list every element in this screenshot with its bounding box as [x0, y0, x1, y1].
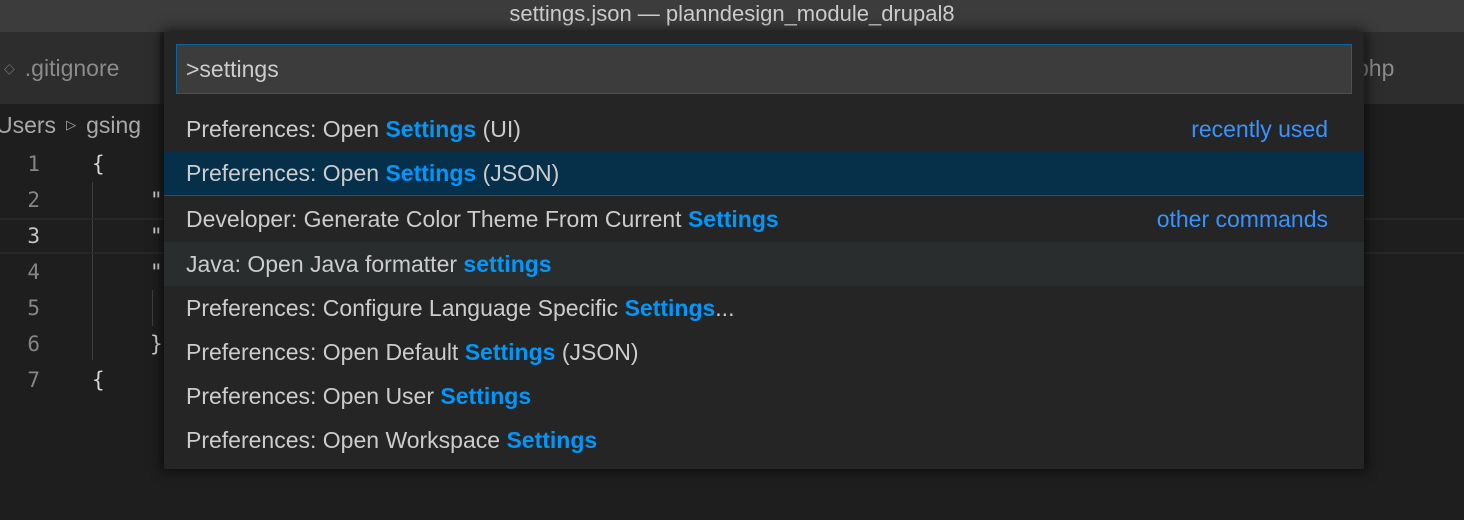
command-item[interactable]: Preferences: Open Settings (UI) recently…	[164, 107, 1364, 151]
command-label-match: Settings	[687, 206, 779, 232]
breadcrumb-item-gsing[interactable]: gsing	[86, 112, 141, 139]
command-item-hovered[interactable]: Java: Open Java formatter settings	[164, 242, 1364, 286]
command-label-prefix: Preferences: Configure Language Specific	[186, 295, 625, 321]
command-label-suffix: ...	[715, 295, 735, 321]
command-label-match: Settings	[506, 427, 598, 453]
tab-php[interactable]: php	[1352, 32, 1464, 104]
command-item[interactable]: Preferences: Configure Language Specific…	[164, 286, 1364, 330]
line-code: "	[150, 260, 163, 284]
chevron-right-icon: ▷	[66, 117, 77, 132]
line-code: }	[150, 332, 163, 356]
command-label-prefix: Preferences: Open User	[186, 383, 441, 409]
command-label-prefix: Java: Open Java formatter	[186, 251, 464, 277]
command-item-focused[interactable]: Preferences: Open Settings (JSON)	[164, 151, 1364, 195]
window-title: settings.json — planndesign_module_drupa…	[0, 0, 1464, 32]
command-label-suffix: (JSON)	[555, 339, 639, 365]
line-number: 7	[27, 368, 40, 392]
line-number: 6	[27, 332, 40, 356]
line-number: 1	[27, 152, 40, 176]
line-number: 4	[27, 260, 40, 284]
line-number: 5	[27, 296, 40, 320]
line-code: {	[92, 152, 105, 176]
command-item[interactable]: Preferences: Open Workspace Settings	[164, 418, 1364, 462]
editor-window: settings.json — planndesign_module_drupa…	[0, 0, 1464, 520]
breadcrumb-item-users[interactable]: Users	[0, 112, 56, 139]
tab-gitignore[interactable]: ◇ .gitignore	[0, 32, 161, 104]
line-code: "	[150, 188, 163, 212]
command-label-match: Settings	[464, 339, 556, 365]
command-label-suffix: (UI)	[476, 116, 521, 142]
command-label-prefix: Preferences: Open Workspace	[186, 427, 507, 453]
command-palette: Preferences: Open Settings (UI) recently…	[164, 32, 1364, 469]
command-label-prefix: Preferences: Open	[186, 116, 386, 142]
command-item[interactable]: Preferences: Open User Settings	[164, 374, 1364, 418]
group-label-recently-used: recently used	[1191, 116, 1328, 142]
command-label-prefix: Developer: Generate Color Theme From Cur…	[186, 206, 688, 232]
command-label-prefix: Preferences: Open Default	[186, 339, 465, 365]
line-code: {	[92, 368, 105, 392]
command-label-suffix: (JSON)	[476, 160, 560, 186]
line-code: "	[150, 224, 163, 248]
command-list: Preferences: Open Settings (UI) recently…	[164, 107, 1364, 462]
command-label-match: Settings	[385, 160, 477, 186]
command-item[interactable]: Developer: Generate Color Theme From Cur…	[164, 195, 1364, 242]
file-icon: ◇	[4, 59, 15, 76]
command-label-match: Settings	[385, 116, 477, 142]
command-label-match: settings	[463, 251, 552, 277]
command-label-match: Settings	[624, 295, 716, 321]
line-number: 3	[27, 224, 40, 248]
tab-label: .gitignore	[24, 54, 120, 81]
command-item[interactable]: Preferences: Open Default Settings (JSON…	[164, 330, 1364, 374]
line-number: 2	[27, 188, 40, 212]
command-label-match: Settings	[440, 383, 532, 409]
group-label-other-commands: other commands	[1156, 206, 1328, 232]
command-palette-input[interactable]	[176, 44, 1352, 94]
command-label-prefix: Preferences: Open	[186, 160, 386, 186]
